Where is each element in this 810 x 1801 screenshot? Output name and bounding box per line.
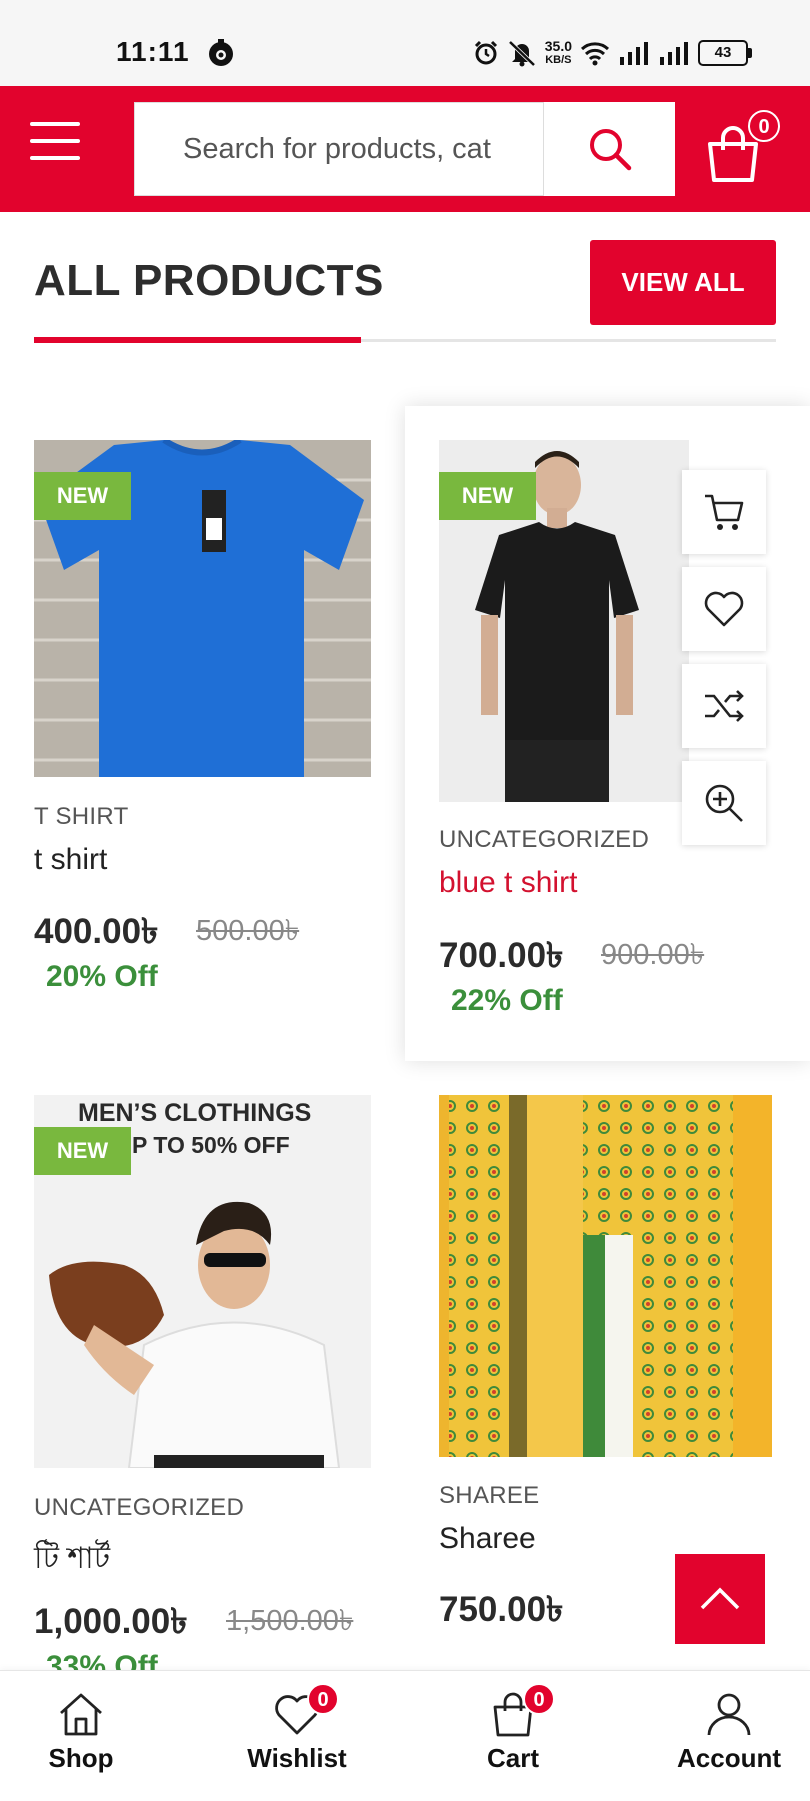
search-input[interactable] — [135, 103, 543, 195]
nav-label: Shop — [48, 1743, 114, 1773]
back-to-top-button[interactable] — [675, 1554, 765, 1644]
search-box — [134, 102, 544, 196]
product-old-price: 1,500.00৳ — [226, 1605, 354, 1637]
product-old-price: 500.00৳ — [196, 915, 300, 947]
product-price: 1,000.00৳ — [34, 1602, 188, 1641]
zoom-in-icon — [705, 784, 743, 822]
alarm-icon — [474, 40, 497, 65]
search-icon — [589, 129, 631, 171]
banner-line-1: MEN’S CLOTHINGS — [78, 1099, 312, 1127]
shuffle-icon — [705, 690, 744, 722]
wifi-icon — [580, 42, 610, 66]
nav-shop[interactable]: Shop — [11, 1687, 151, 1774]
product-image-tshirt-black[interactable]: NEW — [439, 440, 689, 802]
menu-button[interactable] — [30, 122, 80, 172]
bottom-navigation: Shop 0 Wishlist 0 Cart Account — [0, 1670, 810, 1801]
product-category[interactable]: UNCATEGORIZED — [34, 1494, 244, 1522]
nav-label: Wishlist — [247, 1743, 347, 1773]
status-icons: 35.0 KB/S 43 — [473, 36, 752, 70]
product-price: 700.00৳ — [439, 936, 564, 975]
mute-icon — [508, 40, 536, 67]
signal-icon — [620, 42, 648, 65]
status-bar: 11:11 35.0 KB/S 43 — [0, 0, 810, 86]
network-speed: 35.0 KB/S — [544, 38, 572, 66]
product-card[interactable]: MEN’S CLOTHINGS P TO 50% OFF NEW UNCATEG… — [20, 1080, 390, 1683]
product-image-tshirt-blue[interactable]: NEW — [34, 440, 371, 777]
product-image-mens-clothing[interactable]: MEN’S CLOTHINGS P TO 50% OFF NEW — [34, 1095, 371, 1468]
nav-label: Cart — [486, 1743, 539, 1773]
nav-cart[interactable]: 0 Cart — [443, 1683, 583, 1774]
search-button[interactable] — [544, 102, 675, 196]
compare-button[interactable] — [682, 664, 766, 748]
cart-icon — [705, 494, 744, 530]
user-icon — [707, 1693, 751, 1736]
product-name[interactable]: blue t shirt — [439, 866, 577, 900]
add-to-cart-button[interactable] — [682, 470, 766, 554]
nav-wishlist[interactable]: 0 Wishlist — [227, 1683, 367, 1774]
product-price: 400.00৳ — [34, 912, 159, 951]
nav-account[interactable]: Account — [659, 1687, 799, 1774]
product-discount: 20% Off — [46, 960, 158, 993]
product-name[interactable]: Sharee — [439, 1522, 536, 1556]
battery-indicator: 43 — [698, 40, 752, 66]
app-header: 0 — [0, 86, 810, 212]
app-notification-icon — [209, 39, 233, 66]
product-category[interactable]: UNCATEGORIZED — [439, 826, 649, 854]
product-card[interactable]: NEW T SHIRT t shirt 400.00৳ 500.00৳ 20% … — [20, 420, 390, 1040]
product-name[interactable]: t shirt — [34, 843, 107, 877]
banner-line-2: P TO 50% OFF — [132, 1132, 290, 1158]
header-cart-count: 0 — [748, 110, 780, 142]
home-icon — [60, 1693, 102, 1736]
title-divider-accent — [34, 337, 361, 343]
add-to-wishlist-button[interactable] — [682, 567, 766, 651]
hamburger-icon — [30, 122, 80, 126]
status-time: 11:11 — [116, 36, 190, 67]
cart-count: 0 — [523, 1683, 555, 1715]
new-badge: NEW — [34, 472, 131, 520]
heart-icon — [704, 591, 744, 627]
product-price: 750.00৳ — [439, 1590, 564, 1629]
product-image-sharee[interactable] — [439, 1095, 772, 1457]
view-all-button[interactable]: VIEW ALL — [590, 240, 776, 325]
product-old-price: 900.00৳ — [601, 939, 705, 971]
product-image — [439, 1095, 772, 1457]
quick-view-button[interactable] — [682, 761, 766, 845]
nav-label: Account — [677, 1743, 781, 1773]
product-discount: 22% Off — [451, 984, 563, 1017]
new-badge: NEW — [34, 1127, 131, 1175]
header-cart-button[interactable]: 0 — [700, 108, 780, 188]
product-category[interactable]: SHAREE — [439, 1482, 540, 1510]
product-category[interactable]: T SHIRT — [34, 803, 129, 831]
signal-icon — [660, 42, 688, 65]
chevron-up-icon — [700, 1587, 740, 1610]
new-badge: NEW — [439, 472, 536, 520]
section-title: ALL PRODUCTS — [34, 256, 384, 305]
product-name[interactable]: টি শার্ট — [34, 1534, 110, 1585]
wishlist-count: 0 — [307, 1683, 339, 1715]
quick-actions — [682, 470, 766, 858]
